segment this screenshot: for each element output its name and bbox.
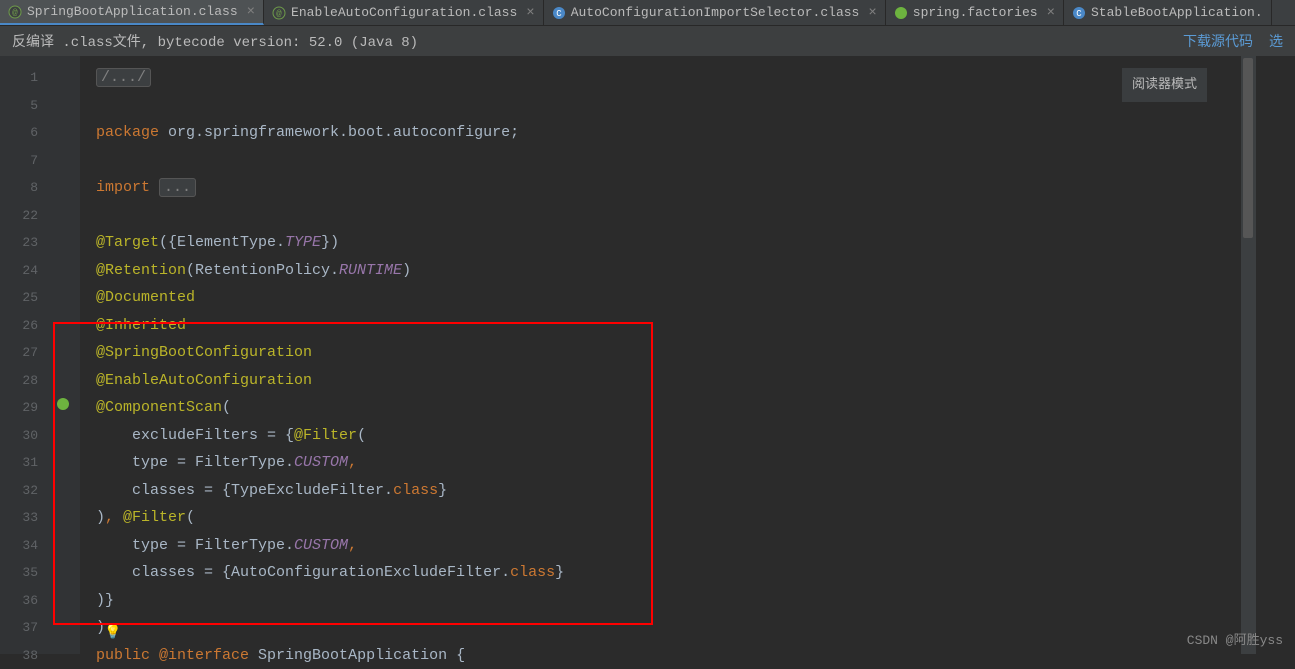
svg-text:C: C <box>556 9 562 19</box>
line-number: 7 <box>0 147 52 175</box>
annotation-icon: @ <box>8 5 22 19</box>
download-source-link[interactable]: 下载源代码 <box>1183 31 1253 51</box>
decompile-info-bar: 反编译 .class文件, bytecode version: 52.0 (Ja… <box>0 26 1295 56</box>
editor-area: 1 5 6 7 8 22 23 24 25 26 27 28 29 30 31 … <box>0 56 1295 654</box>
intention-bulb-icon[interactable]: 💡 <box>104 620 121 648</box>
tab-label: spring.factories <box>913 5 1038 20</box>
tab-springbootapplication[interactable]: @ SpringBootApplication.class × <box>0 0 264 25</box>
close-icon[interactable]: × <box>868 5 876 21</box>
fold-column[interactable] <box>52 56 80 654</box>
decompile-info-text: 反编译 .class文件, bytecode version: 52.0 (Ja… <box>12 31 418 51</box>
line-number: 6 <box>0 119 52 147</box>
line-number: 23 <box>0 229 52 257</box>
svg-text:@: @ <box>276 9 282 19</box>
line-number: 26 <box>0 312 52 340</box>
editor-tabs-bar: @ SpringBootApplication.class × @ Enable… <box>0 0 1295 26</box>
tab-label: AutoConfigurationImportSelector.class <box>571 5 860 20</box>
vertical-scrollbar[interactable] <box>1241 56 1255 654</box>
line-number: 25 <box>0 284 52 312</box>
tab-enableautoconfiguration[interactable]: @ EnableAutoConfiguration.class × <box>264 0 544 25</box>
close-icon[interactable]: × <box>247 4 255 20</box>
close-icon[interactable]: × <box>1047 5 1055 21</box>
close-icon[interactable]: × <box>526 5 534 21</box>
svg-text:C: C <box>1076 9 1082 19</box>
line-number: 38 <box>0 642 52 669</box>
line-number: 31 <box>0 449 52 477</box>
folded-region[interactable]: ... <box>159 178 196 197</box>
line-number: 30 <box>0 422 52 450</box>
code-editor[interactable]: 阅读器模式 /.../ package org.springframework.… <box>80 56 1255 654</box>
line-number: 36 <box>0 587 52 615</box>
svg-text:@: @ <box>12 8 18 18</box>
line-number: 1 <box>0 64 52 92</box>
info-links: 下载源代码 选 <box>1183 31 1283 51</box>
line-number: 33 <box>0 504 52 532</box>
folded-region[interactable]: /.../ <box>96 68 151 87</box>
class-icon: C <box>1072 6 1086 20</box>
watermark: CSDN @阿胜yss <box>1187 629 1283 648</box>
line-number-gutter[interactable]: 1 5 6 7 8 22 23 24 25 26 27 28 29 30 31 … <box>0 56 52 654</box>
scroll-thumb[interactable] <box>1243 58 1253 238</box>
line-number: 5 <box>0 92 52 120</box>
tab-label: EnableAutoConfiguration.class <box>291 5 517 20</box>
line-number: 22 <box>0 202 52 230</box>
choose-link[interactable]: 选 <box>1269 31 1283 51</box>
spring-gutter-icon[interactable] <box>56 394 70 422</box>
line-number: 37 <box>0 614 52 642</box>
tab-autoconfigimportselector[interactable]: C AutoConfigurationImportSelector.class … <box>544 0 886 25</box>
line-number: 32 <box>0 477 52 505</box>
line-number: 28 <box>0 367 52 395</box>
tab-springfactories[interactable]: spring.factories × <box>886 0 1064 25</box>
line-number: 29 <box>0 394 52 422</box>
minimap[interactable] <box>1255 56 1295 654</box>
reader-mode-badge[interactable]: 阅读器模式 <box>1122 68 1207 102</box>
tab-label: StableBootApplication. <box>1091 5 1263 20</box>
line-number: 24 <box>0 257 52 285</box>
line-number: 27 <box>0 339 52 367</box>
line-number: 34 <box>0 532 52 560</box>
line-number: 35 <box>0 559 52 587</box>
tab-stablebootapplication[interactable]: C StableBootApplication. <box>1064 0 1272 25</box>
line-number: 8 <box>0 174 52 202</box>
annotation-icon: @ <box>272 6 286 20</box>
tab-label: SpringBootApplication.class <box>27 4 238 19</box>
spring-icon <box>894 6 908 20</box>
class-icon: C <box>552 6 566 20</box>
